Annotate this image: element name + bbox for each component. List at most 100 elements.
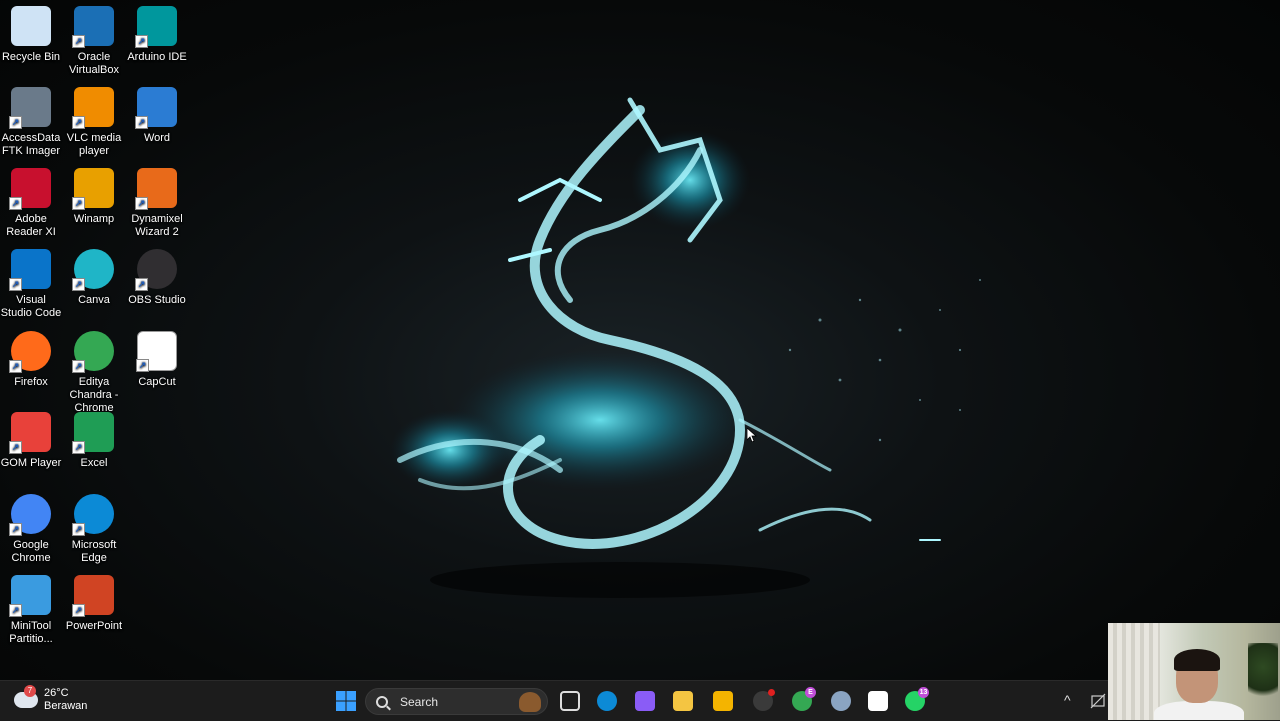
taskbar: 7 26°C Berawan Search E 13 ^ [0, 680, 1280, 721]
desktop-icon-label: Recycle Bin [1, 51, 61, 63]
desktop-icon-label: Adobe Reader XI [6, 213, 56, 238]
copilot-icon [635, 691, 655, 711]
firefox-icon [9, 331, 51, 373]
winamp-icon [72, 168, 114, 210]
recording-indicator [768, 689, 775, 696]
word-icon [135, 87, 177, 129]
dynamixel-icon [135, 168, 177, 210]
wallpaper-dragon [390, 97, 981, 598]
desktop-icon[interactable]: Adobe Reader XI [0, 162, 62, 239]
desktop-icon[interactable]: Canva [63, 243, 125, 307]
capcut-icon [136, 331, 177, 372]
taskbar-app-button[interactable]: E [790, 687, 816, 713]
desktop-icon-label: Google Chrome [11, 539, 51, 564]
desktop-icon[interactable]: AccessData FTK Imager [0, 81, 62, 158]
file-explorer-icon [673, 691, 693, 711]
weather-condition: Berawan [44, 700, 88, 712]
recycle-bin-icon [11, 6, 51, 46]
mouse-cursor [747, 428, 757, 442]
taskbar-app-button[interactable] [751, 689, 775, 713]
weather-badge: 7 [24, 685, 36, 697]
desktop-icon-label: GOM Player [0, 457, 62, 469]
edge-icon [72, 494, 114, 536]
desktop-icon[interactable]: Microsoft Edge [63, 488, 125, 565]
desktop-icon[interactable]: Google Chrome [0, 488, 62, 565]
search-icon [376, 695, 388, 708]
chrome-profile-icon: E [792, 687, 816, 711]
desktop-icon[interactable]: Recycle Bin [0, 0, 62, 64]
powerpoint-icon [72, 575, 114, 617]
excel-icon [72, 412, 114, 454]
desktop-icon[interactable]: Excel [63, 406, 125, 470]
desktop-icon[interactable]: Editya Chandra - Chrome [63, 325, 125, 415]
desktop-icon[interactable]: Visual Studio Code [0, 243, 62, 320]
desktop-icon[interactable]: CapCut [126, 325, 188, 389]
taskbar-app-button[interactable] [711, 689, 735, 713]
desktop-icon[interactable]: GOM Player [0, 406, 62, 470]
taskbar-app-button[interactable] [633, 689, 657, 713]
desktop-icon-label: Oracle VirtualBox [69, 51, 119, 76]
desktop-icon[interactable]: Oracle VirtualBox [63, 0, 125, 77]
start-button[interactable] [334, 689, 358, 713]
taskbar-app-button[interactable] [595, 689, 619, 713]
adobe-reader-icon [9, 168, 51, 210]
search-placeholder: Search [400, 694, 439, 709]
desktop-icon-label: Firefox [14, 376, 48, 388]
network-icon[interactable] [1090, 693, 1106, 709]
canva-icon [72, 249, 114, 291]
taskbar-search[interactable]: Search [365, 688, 548, 715]
search-highlight-icon [519, 692, 541, 712]
taskbar-app-button[interactable] [558, 689, 582, 713]
tray-chevron[interactable]: ^ [1064, 692, 1071, 708]
cloud-icon: 7 [14, 685, 38, 708]
capcut-icon [868, 691, 888, 711]
weather-widget[interactable]: 7 26°C Berawan [14, 685, 88, 713]
desktop-icon-label: Microsoft Edge [71, 539, 117, 564]
obs-icon [135, 249, 177, 291]
desktop-icon-label: Word [143, 132, 171, 144]
desktop-icon-label: CapCut [138, 376, 176, 388]
arduino-icon [135, 6, 177, 48]
desktop-icon[interactable]: OBS Studio [126, 243, 188, 307]
notification-badge: E [805, 687, 816, 698]
desktop-icon[interactable]: Firefox [0, 325, 62, 389]
webcam-overlay [1108, 623, 1280, 720]
webcam-person-hair [1174, 649, 1220, 671]
chrome-profile-icon [72, 331, 114, 373]
taskbar-app-button[interactable] [829, 689, 853, 713]
weather-temperature: 26°C [44, 687, 69, 699]
webcam-person-shirt [1154, 701, 1244, 720]
desktop-icon-label: VLC media player [66, 132, 122, 157]
desktop-icon-label: Arduino IDE [127, 51, 187, 63]
desktop-icon-label: Winamp [73, 213, 115, 225]
task-view-icon [560, 691, 580, 711]
taskbar-app-button[interactable] [866, 689, 890, 713]
desktop-icon-label: Canva [78, 294, 110, 306]
obs-icon [753, 689, 775, 711]
desktop-icon-label: AccessData FTK Imager [1, 132, 61, 157]
desktop-icon[interactable]: MiniTool Partitio... [0, 569, 62, 646]
desktop-icon[interactable]: VLC media player [63, 81, 125, 158]
microsoft-store-icon [713, 691, 733, 711]
taskbar-app-button[interactable] [671, 689, 695, 713]
desktop-icon-label: Visual Studio Code [0, 294, 62, 319]
desktop-icon[interactable]: Winamp [63, 162, 125, 226]
ftk-imager-icon [9, 87, 51, 129]
virtualbox-icon [72, 6, 114, 48]
desktop-icon-label: Excel [80, 457, 108, 469]
desktop-icon[interactable]: Word [126, 81, 188, 145]
notification-badge: 13 [918, 687, 929, 698]
desktop-icon-label: PowerPoint [65, 620, 123, 632]
desktop-icon-label: OBS Studio [128, 294, 186, 306]
taskbar-app-button[interactable]: 13 [903, 687, 929, 713]
vscode-icon [9, 249, 51, 291]
desktop-icon[interactable]: Arduino IDE [126, 0, 188, 64]
vlc-icon [72, 87, 114, 129]
desktop-icon[interactable]: Dynamixel Wizard 2 [126, 162, 188, 239]
chrome-icon [9, 494, 51, 536]
whatsapp-icon: 13 [905, 687, 929, 711]
webcam-plant [1248, 643, 1278, 703]
gom-player-icon [9, 412, 51, 454]
desktop-icon[interactable]: PowerPoint [63, 569, 125, 633]
desktop-icon-label: MiniTool Partitio... [9, 620, 53, 645]
